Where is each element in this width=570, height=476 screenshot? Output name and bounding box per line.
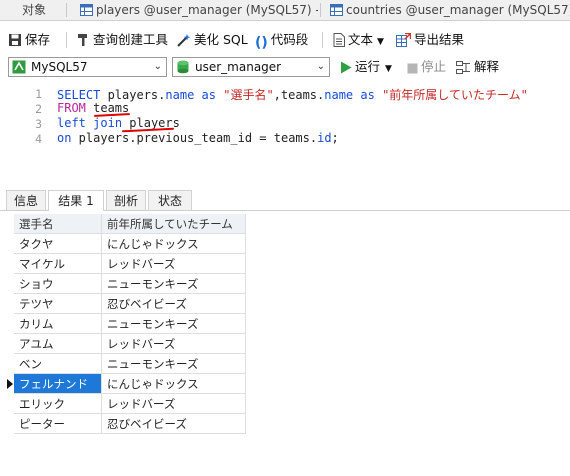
save-button[interactable]: 保存	[8, 27, 50, 53]
tab-players-label: players @user_manager (MySQL57) - 表	[96, 3, 318, 17]
beautify-sql-button[interactable]: 美化 SQL	[176, 27, 248, 53]
table-cell[interactable]: フェルナンド	[14, 374, 102, 394]
document-tab-bar: 对象 players @user_manager (MySQL57) - 表 c…	[0, 0, 570, 21]
table-icon	[80, 4, 93, 16]
column-header[interactable]: 前年所属していたチーム	[102, 214, 246, 234]
export-results-button[interactable]: 导出结果	[396, 27, 464, 53]
table-cell[interactable]: エリック	[14, 394, 102, 414]
line-number: 1	[35, 87, 42, 101]
document-icon	[333, 33, 345, 47]
chevron-down-icon: ▼	[385, 64, 392, 74]
tab-objects[interactable]: 对象	[0, 0, 66, 20]
toolbar-divider	[66, 32, 67, 48]
explain-icon	[456, 61, 470, 74]
explain-label: 解释	[474, 59, 500, 74]
table-cell[interactable]: ニューモンキーズ	[102, 314, 246, 334]
table-cell[interactable]: ニューモンキーズ	[102, 354, 246, 374]
chevron-down-icon: ⌄	[316, 61, 325, 72]
line-number: 3	[35, 117, 42, 131]
run-button[interactable]: 运行 ▼	[340, 55, 392, 79]
stop-icon	[407, 63, 418, 74]
tab-profile[interactable]: 剖析	[106, 190, 146, 210]
tab-objects-label: 对象	[22, 3, 47, 17]
mysql-connection-icon	[12, 60, 26, 74]
line-number: 4	[35, 132, 42, 146]
table-cell[interactable]: ベン	[14, 354, 102, 374]
tab-status[interactable]: 状态	[148, 190, 192, 210]
tab-countries-table[interactable]: countries @user_manager (MySQL57) - 表	[326, 0, 570, 20]
query-builder-label: 查询创建工具	[93, 32, 169, 47]
column-header[interactable]: 選手名	[14, 214, 102, 234]
database-icon	[177, 60, 189, 74]
table-cell[interactable]: タクヤ	[14, 234, 102, 254]
table-cell[interactable]: にんじゃドックス	[102, 374, 246, 394]
text-mode-button[interactable]: 文本 ▼	[333, 27, 384, 53]
connection-select[interactable]: MySQL57 ⌄	[8, 57, 167, 77]
save-icon	[9, 34, 21, 46]
tab-info[interactable]: 信息	[6, 190, 46, 210]
table-cell[interactable]: にんじゃドックス	[102, 234, 246, 254]
table-cell[interactable]: ニューモンキーズ	[102, 274, 246, 294]
table-cell[interactable]: ショウ	[14, 274, 102, 294]
table-cell[interactable]: ピーター	[14, 414, 102, 434]
stop-label: 停止	[421, 59, 447, 74]
toolbar-divider	[322, 32, 323, 48]
result-tab-bar: 信息 结果 1 剖析 状态	[0, 190, 570, 211]
sql-editor[interactable]: 1 2 3 4 SELECT players.name as "選手名",tea…	[0, 84, 570, 184]
explain-button[interactable]: 解释	[456, 55, 499, 79]
line-number: 2	[35, 102, 42, 116]
table-cell[interactable]: マイケル	[14, 254, 102, 274]
hammer-icon	[78, 34, 87, 46]
database-select[interactable]: user_manager ⌄	[172, 57, 330, 77]
table-cell[interactable]: 忍びベイビーズ	[102, 414, 246, 434]
table-cell[interactable]: テツヤ	[14, 294, 102, 314]
tab-countries-label: countries @user_manager (MySQL57) - 表	[346, 3, 570, 17]
export-grid-icon	[396, 33, 411, 47]
run-label: 运行	[355, 59, 381, 74]
table-cell[interactable]: アユム	[14, 334, 102, 354]
tab-result-1[interactable]: 结果 1	[48, 190, 104, 211]
text-mode-label: 文本	[348, 32, 374, 47]
table-cell[interactable]: レッドバーズ	[102, 334, 246, 354]
table-cell[interactable]: レッドバーズ	[102, 254, 246, 274]
export-results-label: 导出结果	[414, 32, 465, 47]
table-icon	[330, 4, 343, 16]
code-snippet-button[interactable]: () 代码段	[255, 27, 308, 53]
tab-separator	[66, 3, 67, 17]
tab-separator	[320, 3, 321, 17]
stop-button[interactable]: 停止	[407, 55, 446, 79]
table-cell[interactable]: レッドバーズ	[102, 394, 246, 414]
tab-players-table[interactable]: players @user_manager (MySQL57) - 表	[76, 0, 318, 20]
chevron-down-icon: ▼	[377, 37, 384, 47]
magic-wand-icon	[177, 34, 191, 47]
save-label: 保存	[25, 32, 51, 47]
parentheses-icon: ()	[255, 35, 268, 51]
code-snippet-label: 代码段	[270, 32, 309, 47]
play-icon	[341, 61, 352, 74]
database-value: user_manager	[195, 60, 282, 74]
editor-toolbar: 保存 查询创建工具 美化 SQL () 代码段 文本 ▼ 导出结果	[0, 27, 570, 53]
beautify-sql-label: 美化 SQL	[194, 32, 248, 47]
code-line: on players.previous_team_id = teams.id;	[57, 131, 339, 145]
table-cell[interactable]: カリム	[14, 314, 102, 334]
query-builder-button[interactable]: 查询创建工具	[76, 27, 168, 53]
chevron-down-icon: ⌄	[153, 61, 162, 72]
connection-value: MySQL57	[31, 60, 88, 74]
table-cell[interactable]: 忍びベイビーズ	[102, 294, 246, 314]
